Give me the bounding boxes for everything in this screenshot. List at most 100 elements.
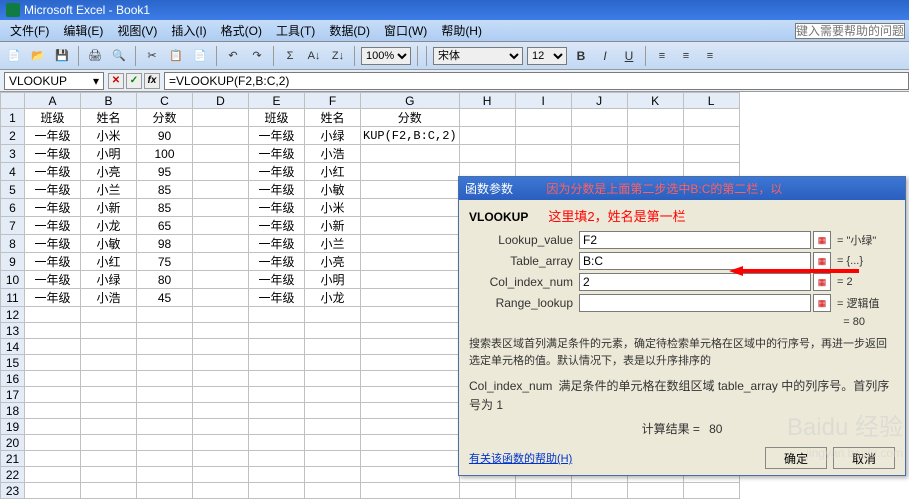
row-header-2[interactable]: 2 — [1, 127, 25, 145]
cell-A6[interactable]: 一年级 — [25, 199, 81, 217]
cell-F10[interactable]: 小明 — [305, 271, 361, 289]
cell-B6[interactable]: 小新 — [81, 199, 137, 217]
cell-B20[interactable] — [81, 435, 137, 451]
cell-D16[interactable] — [193, 371, 249, 387]
cell-A5[interactable]: 一年级 — [25, 181, 81, 199]
cell-F11[interactable]: 小龙 — [305, 289, 361, 307]
name-box[interactable]: VLOOKUP▾ — [4, 72, 104, 90]
cell-C6[interactable]: 85 — [137, 199, 193, 217]
menu-window[interactable]: 窗口(W) — [378, 20, 433, 41]
column-header-B[interactable]: B — [81, 93, 137, 109]
cell-A11[interactable]: 一年级 — [25, 289, 81, 307]
cell-G22[interactable] — [361, 467, 460, 483]
cell-F3[interactable]: 小浩 — [305, 145, 361, 163]
column-header-I[interactable]: I — [515, 93, 571, 109]
cell-D10[interactable] — [193, 271, 249, 289]
cell-A13[interactable] — [25, 323, 81, 339]
align-center-icon[interactable]: ≡ — [676, 46, 696, 66]
cell-A23[interactable] — [25, 483, 81, 499]
cell-E6[interactable]: 一年级 — [249, 199, 305, 217]
cell-E4[interactable]: 一年级 — [249, 163, 305, 181]
cell-F5[interactable]: 小敏 — [305, 181, 361, 199]
column-header-A[interactable]: A — [25, 93, 81, 109]
cell-B5[interactable]: 小兰 — [81, 181, 137, 199]
cell-E17[interactable] — [249, 387, 305, 403]
arg-lookup-value-input[interactable] — [579, 231, 811, 249]
cell-D4[interactable] — [193, 163, 249, 181]
menu-data[interactable]: 数据(D) — [323, 20, 376, 41]
cell-A7[interactable]: 一年级 — [25, 217, 81, 235]
cell-H2[interactable] — [459, 127, 515, 145]
formula-input[interactable]: =VLOOKUP(F2,B:C,2) — [164, 72, 909, 90]
menu-help[interactable]: 帮助(H) — [435, 20, 488, 41]
print-icon[interactable]: 🖨 — [85, 46, 105, 66]
cell-E10[interactable]: 一年级 — [249, 271, 305, 289]
cell-B2[interactable]: 小米 — [81, 127, 137, 145]
cell-E23[interactable] — [249, 483, 305, 499]
cell-I23[interactable] — [515, 483, 571, 499]
cell-B14[interactable] — [81, 339, 137, 355]
cell-C19[interactable] — [137, 419, 193, 435]
cell-E3[interactable]: 一年级 — [249, 145, 305, 163]
cell-F12[interactable] — [305, 307, 361, 323]
arg-col-index-input[interactable] — [579, 273, 811, 291]
cell-K23[interactable] — [627, 483, 683, 499]
font-name-select[interactable]: 宋体 — [433, 47, 523, 65]
cell-E9[interactable]: 一年级 — [249, 253, 305, 271]
cell-G10[interactable] — [361, 271, 460, 289]
cell-I2[interactable] — [515, 127, 571, 145]
cell-G5[interactable] — [361, 181, 460, 199]
cell-G12[interactable] — [361, 307, 460, 323]
cell-E7[interactable]: 一年级 — [249, 217, 305, 235]
cell-D15[interactable] — [193, 355, 249, 371]
paste-icon[interactable]: 📄 — [190, 46, 210, 66]
row-header-8[interactable]: 8 — [1, 235, 25, 253]
cell-H3[interactable] — [459, 145, 515, 163]
cell-G14[interactable] — [361, 339, 460, 355]
cell-E19[interactable] — [249, 419, 305, 435]
row-header-15[interactable]: 15 — [1, 355, 25, 371]
cell-B22[interactable] — [81, 467, 137, 483]
row-header-23[interactable]: 23 — [1, 483, 25, 499]
menu-insert[interactable]: 插入(I) — [165, 20, 212, 41]
cell-C21[interactable] — [137, 451, 193, 467]
menu-file[interactable]: 文件(F) — [4, 20, 55, 41]
font-size-select[interactable]: 12 — [527, 47, 567, 65]
italic-icon[interactable]: I — [595, 46, 615, 66]
cell-F17[interactable] — [305, 387, 361, 403]
formula-enter-button[interactable]: ✓ — [126, 73, 142, 89]
sum-icon[interactable]: Σ — [280, 46, 300, 66]
cell-D14[interactable] — [193, 339, 249, 355]
cell-E11[interactable]: 一年级 — [249, 289, 305, 307]
row-header-10[interactable]: 10 — [1, 271, 25, 289]
cell-G23[interactable] — [361, 483, 460, 499]
cell-D11[interactable] — [193, 289, 249, 307]
row-header-16[interactable]: 16 — [1, 371, 25, 387]
cell-B13[interactable] — [81, 323, 137, 339]
cell-B18[interactable] — [81, 403, 137, 419]
cell-B23[interactable] — [81, 483, 137, 499]
help-search-input[interactable] — [795, 23, 905, 39]
cell-B19[interactable] — [81, 419, 137, 435]
cell-C7[interactable]: 65 — [137, 217, 193, 235]
row-header-19[interactable]: 19 — [1, 419, 25, 435]
row-header-13[interactable]: 13 — [1, 323, 25, 339]
cell-A22[interactable] — [25, 467, 81, 483]
cell-C23[interactable] — [137, 483, 193, 499]
cell-G3[interactable] — [361, 145, 460, 163]
cell-G16[interactable] — [361, 371, 460, 387]
cell-D20[interactable] — [193, 435, 249, 451]
function-help-link[interactable]: 有关该函数的帮助(H) — [469, 450, 572, 466]
cell-C14[interactable] — [137, 339, 193, 355]
cell-G15[interactable] — [361, 355, 460, 371]
column-header-J[interactable]: J — [571, 93, 627, 109]
underline-icon[interactable]: U — [619, 46, 639, 66]
cell-B17[interactable] — [81, 387, 137, 403]
cell-B15[interactable] — [81, 355, 137, 371]
zoom-select[interactable]: 100% — [361, 47, 411, 65]
row-header-21[interactable]: 21 — [1, 451, 25, 467]
cell-G18[interactable] — [361, 403, 460, 419]
cell-K1[interactable] — [627, 109, 683, 127]
cell-B4[interactable]: 小亮 — [81, 163, 137, 181]
cell-C9[interactable]: 75 — [137, 253, 193, 271]
